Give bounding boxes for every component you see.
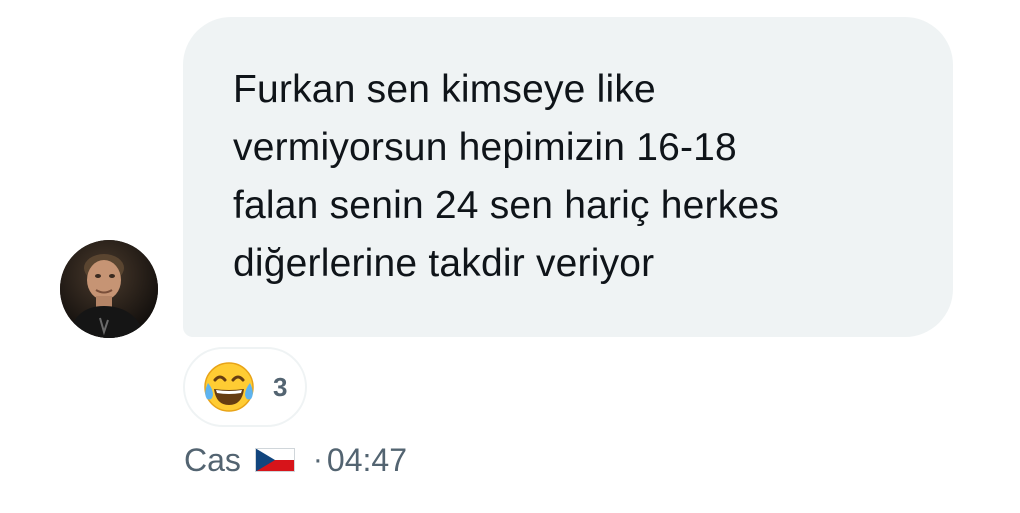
avatar[interactable] — [60, 240, 158, 338]
message-text-line: vermiyorsun hepimizin 16-18 — [233, 126, 737, 169]
message-text-line: falan senin 24 sen hariç herkes — [233, 184, 780, 227]
reaction-pill[interactable]: 3 — [183, 347, 307, 427]
meta-separator: · — [312, 443, 323, 476]
czech-flag-icon — [254, 448, 295, 472]
message-meta: Cas · 04:47 — [184, 438, 407, 482]
message-timestamp: 04:47 — [326, 441, 407, 478]
message-text-line: diğerlerine takdir veriyor — [233, 242, 655, 285]
face-with-tears-of-joy-icon — [204, 362, 254, 412]
message-bubble[interactable]: Furkan sen kimseye like vermiyorsun hepi… — [183, 17, 953, 337]
message-text-line: Furkan sen kimseye like — [233, 68, 656, 111]
sender-name: Cas — [184, 441, 241, 478]
dm-conversation: Furkan sen kimseye like vermiyorsun hepi… — [0, 0, 1020, 513]
reaction-count: 3 — [273, 371, 288, 402]
avatar-photo-icon — [60, 240, 158, 338]
